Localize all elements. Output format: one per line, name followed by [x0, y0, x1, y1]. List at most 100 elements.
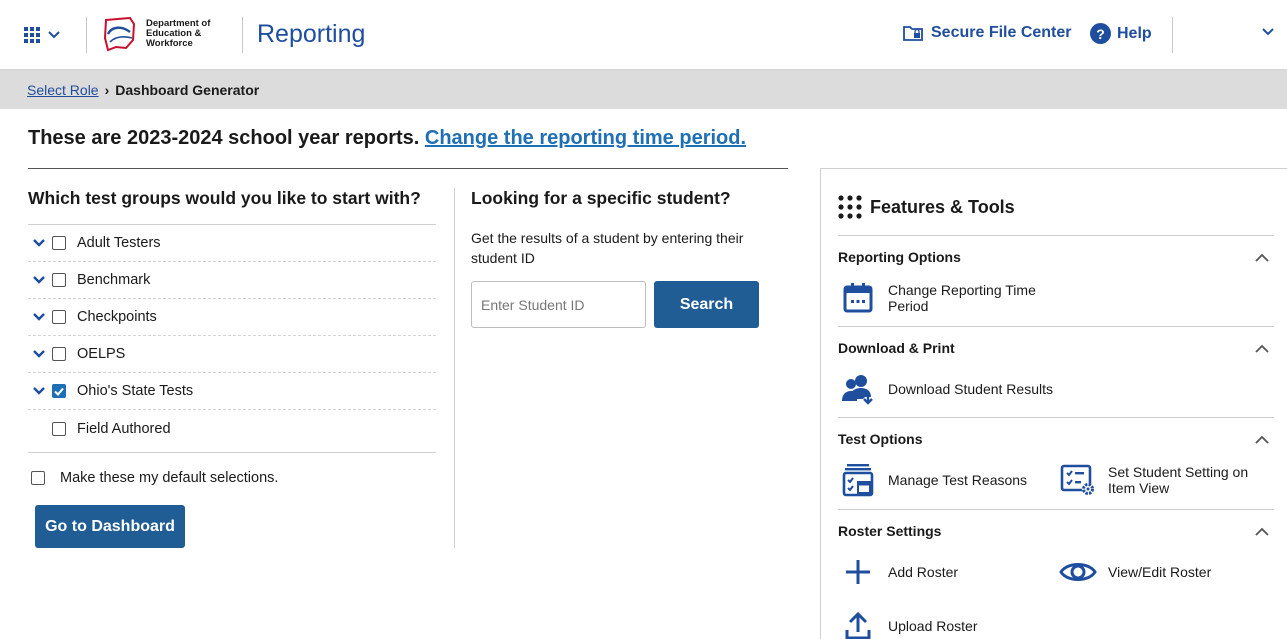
- breadcrumb: Select Role › Dashboard Generator: [0, 70, 1287, 109]
- go-to-dashboard-button[interactable]: Go to Dashboard: [35, 505, 185, 548]
- eye-icon: [1059, 563, 1097, 581]
- tool-set-student-setting[interactable]: Set Student Setting on Item View: [1058, 460, 1278, 500]
- expand-toggle[interactable]: [28, 350, 50, 358]
- tool-label: Manage Test Reasons: [888, 472, 1028, 488]
- tool-label: Download Student Results: [888, 381, 1053, 397]
- collapse-toggle[interactable]: [1252, 429, 1272, 449]
- test-group-checkbox[interactable]: [52, 310, 66, 324]
- section-test-options: Test Options Manage Test Reasons Set Stu…: [838, 417, 1274, 500]
- tool-download-student-results[interactable]: Download Student Results: [838, 369, 1066, 409]
- chevron-up-icon: [1255, 253, 1269, 262]
- user-menu-button[interactable]: [1262, 24, 1274, 39]
- tool-add-roster[interactable]: Add Roster: [838, 552, 1058, 592]
- upload-icon: [845, 612, 871, 639]
- test-group-checkbox[interactable]: [52, 236, 66, 250]
- collapse-toggle[interactable]: [1252, 338, 1272, 358]
- features-tools-label: Features & Tools: [870, 196, 1015, 217]
- student-setting-icon: [1060, 464, 1094, 495]
- test-group-label: Ohio's State Tests: [77, 383, 194, 399]
- plus-icon: [846, 560, 870, 584]
- page-title: These are 2023-2024 school year reports.…: [28, 127, 746, 150]
- test-group-row: Checkpoints: [28, 299, 436, 336]
- tool-change-reporting-period[interactable]: Change Reporting Time Period: [838, 278, 1066, 318]
- test-group-checkbox[interactable]: [52, 421, 66, 436]
- grid-icon: [24, 27, 40, 43]
- features-tools-panel: Features & Tools Reporting Options Chang…: [820, 168, 1287, 639]
- chevron-down-icon: [33, 313, 45, 321]
- headline-divider: [28, 168, 788, 169]
- collapse-toggle[interactable]: [1252, 521, 1272, 541]
- student-id-input[interactable]: [471, 281, 646, 328]
- expand-toggle[interactable]: [28, 276, 50, 284]
- folder-icon: [903, 26, 923, 41]
- test-groups-title: Which test groups would you like to star…: [28, 188, 421, 208]
- test-group-label: Field Authored: [77, 420, 171, 437]
- tool-manage-test-reasons[interactable]: Manage Test Reasons: [838, 460, 1058, 500]
- breadcrumb-select-role[interactable]: Select Role: [27, 82, 99, 98]
- collapse-toggle[interactable]: [1252, 247, 1272, 267]
- tool-label: View/Edit Roster: [1108, 564, 1212, 580]
- tool-upload-roster[interactable]: Upload Roster: [838, 606, 1066, 639]
- logo-line: Workforce: [146, 38, 193, 49]
- search-button[interactable]: Search: [654, 281, 759, 328]
- section-title: Download & Print: [838, 340, 955, 356]
- section-title: Roster Settings: [838, 523, 942, 539]
- chevron-up-icon: [1255, 344, 1269, 353]
- student-search-description: Get the results of a student by entering…: [471, 230, 744, 266]
- default-selection-option[interactable]: Make these my default selections.: [31, 470, 278, 486]
- breadcrumb-chevron-icon: ›: [104, 81, 110, 98]
- test-group-label: OELPS: [77, 346, 126, 362]
- test-group-row: Benchmark: [28, 262, 436, 299]
- chevron-down-icon: [33, 239, 45, 247]
- secure-file-center-link[interactable]: Secure File Center: [903, 24, 1072, 42]
- expand-toggle[interactable]: [28, 239, 50, 247]
- test-group-checkbox[interactable]: [52, 273, 66, 287]
- breadcrumb-current: Dashboard Generator: [115, 81, 260, 98]
- test-group-checkbox[interactable]: [52, 347, 66, 361]
- help-label: Help: [1117, 24, 1152, 42]
- tool-label: Change Reporting Time Period: [888, 282, 1036, 314]
- section-header: Download & Print: [838, 327, 1274, 369]
- test-groups-divider: [28, 452, 436, 453]
- default-selection-label: Make these my default selections.: [60, 470, 279, 486]
- help-icon: ?: [1090, 23, 1111, 44]
- section-header: Test Options: [838, 418, 1274, 460]
- test-group-label: Benchmark: [77, 272, 151, 288]
- app-title: Reporting: [257, 20, 366, 48]
- app-header: Department of Education & Workforce Repo…: [0, 0, 1287, 70]
- download-users-icon: [842, 375, 873, 405]
- test-group-row: Field Authored: [28, 410, 436, 447]
- features-tools-title: Features & Tools: [838, 195, 1015, 219]
- chevron-down-icon: [33, 276, 45, 284]
- section-header: Roster Settings: [838, 510, 1274, 552]
- chevron-up-icon: [1255, 435, 1269, 444]
- tool-label: Upload Roster: [888, 618, 978, 634]
- test-group-label: Checkpoints: [77, 309, 157, 325]
- tool-label: Add Roster: [888, 564, 959, 580]
- header-divider: [86, 17, 87, 53]
- app-launcher-button[interactable]: [24, 20, 74, 50]
- chevron-down-icon: [33, 387, 45, 395]
- section-roster-settings: Roster Settings Add Roster View/Edit Ros…: [838, 509, 1274, 639]
- expand-toggle[interactable]: [28, 387, 50, 395]
- header-divider: [242, 17, 243, 53]
- section-title: Test Options: [838, 431, 923, 447]
- school-year-text: These are 2023-2024 school year reports.: [28, 127, 420, 149]
- expand-toggle[interactable]: [28, 313, 50, 321]
- ohio-state-icon: [103, 16, 136, 52]
- ohio-logo: Department of Education & Workforce: [100, 14, 210, 54]
- tool-view-edit-roster[interactable]: View/Edit Roster: [1058, 552, 1278, 592]
- logo-text: Department of Education & Workforce: [146, 19, 210, 49]
- dots-grid-icon: [838, 195, 862, 219]
- default-selection-checkbox[interactable]: [31, 471, 45, 485]
- test-group-row: OELPS: [28, 336, 436, 373]
- section-download-print: Download & Print Download Student Result…: [838, 326, 1274, 409]
- test-group-checkbox[interactable]: [52, 384, 66, 398]
- help-link[interactable]: ? Help: [1090, 23, 1152, 44]
- section-reporting-options: Reporting Options Change Reporting Time …: [838, 235, 1274, 318]
- chevron-down-icon: [1262, 28, 1274, 36]
- chevron-down-icon: [48, 31, 60, 39]
- change-period-link[interactable]: Change the reporting time period.: [425, 127, 746, 149]
- test-group-label: Adult Testers: [77, 235, 161, 251]
- tool-label: Set Student Setting on Item View: [1108, 464, 1249, 496]
